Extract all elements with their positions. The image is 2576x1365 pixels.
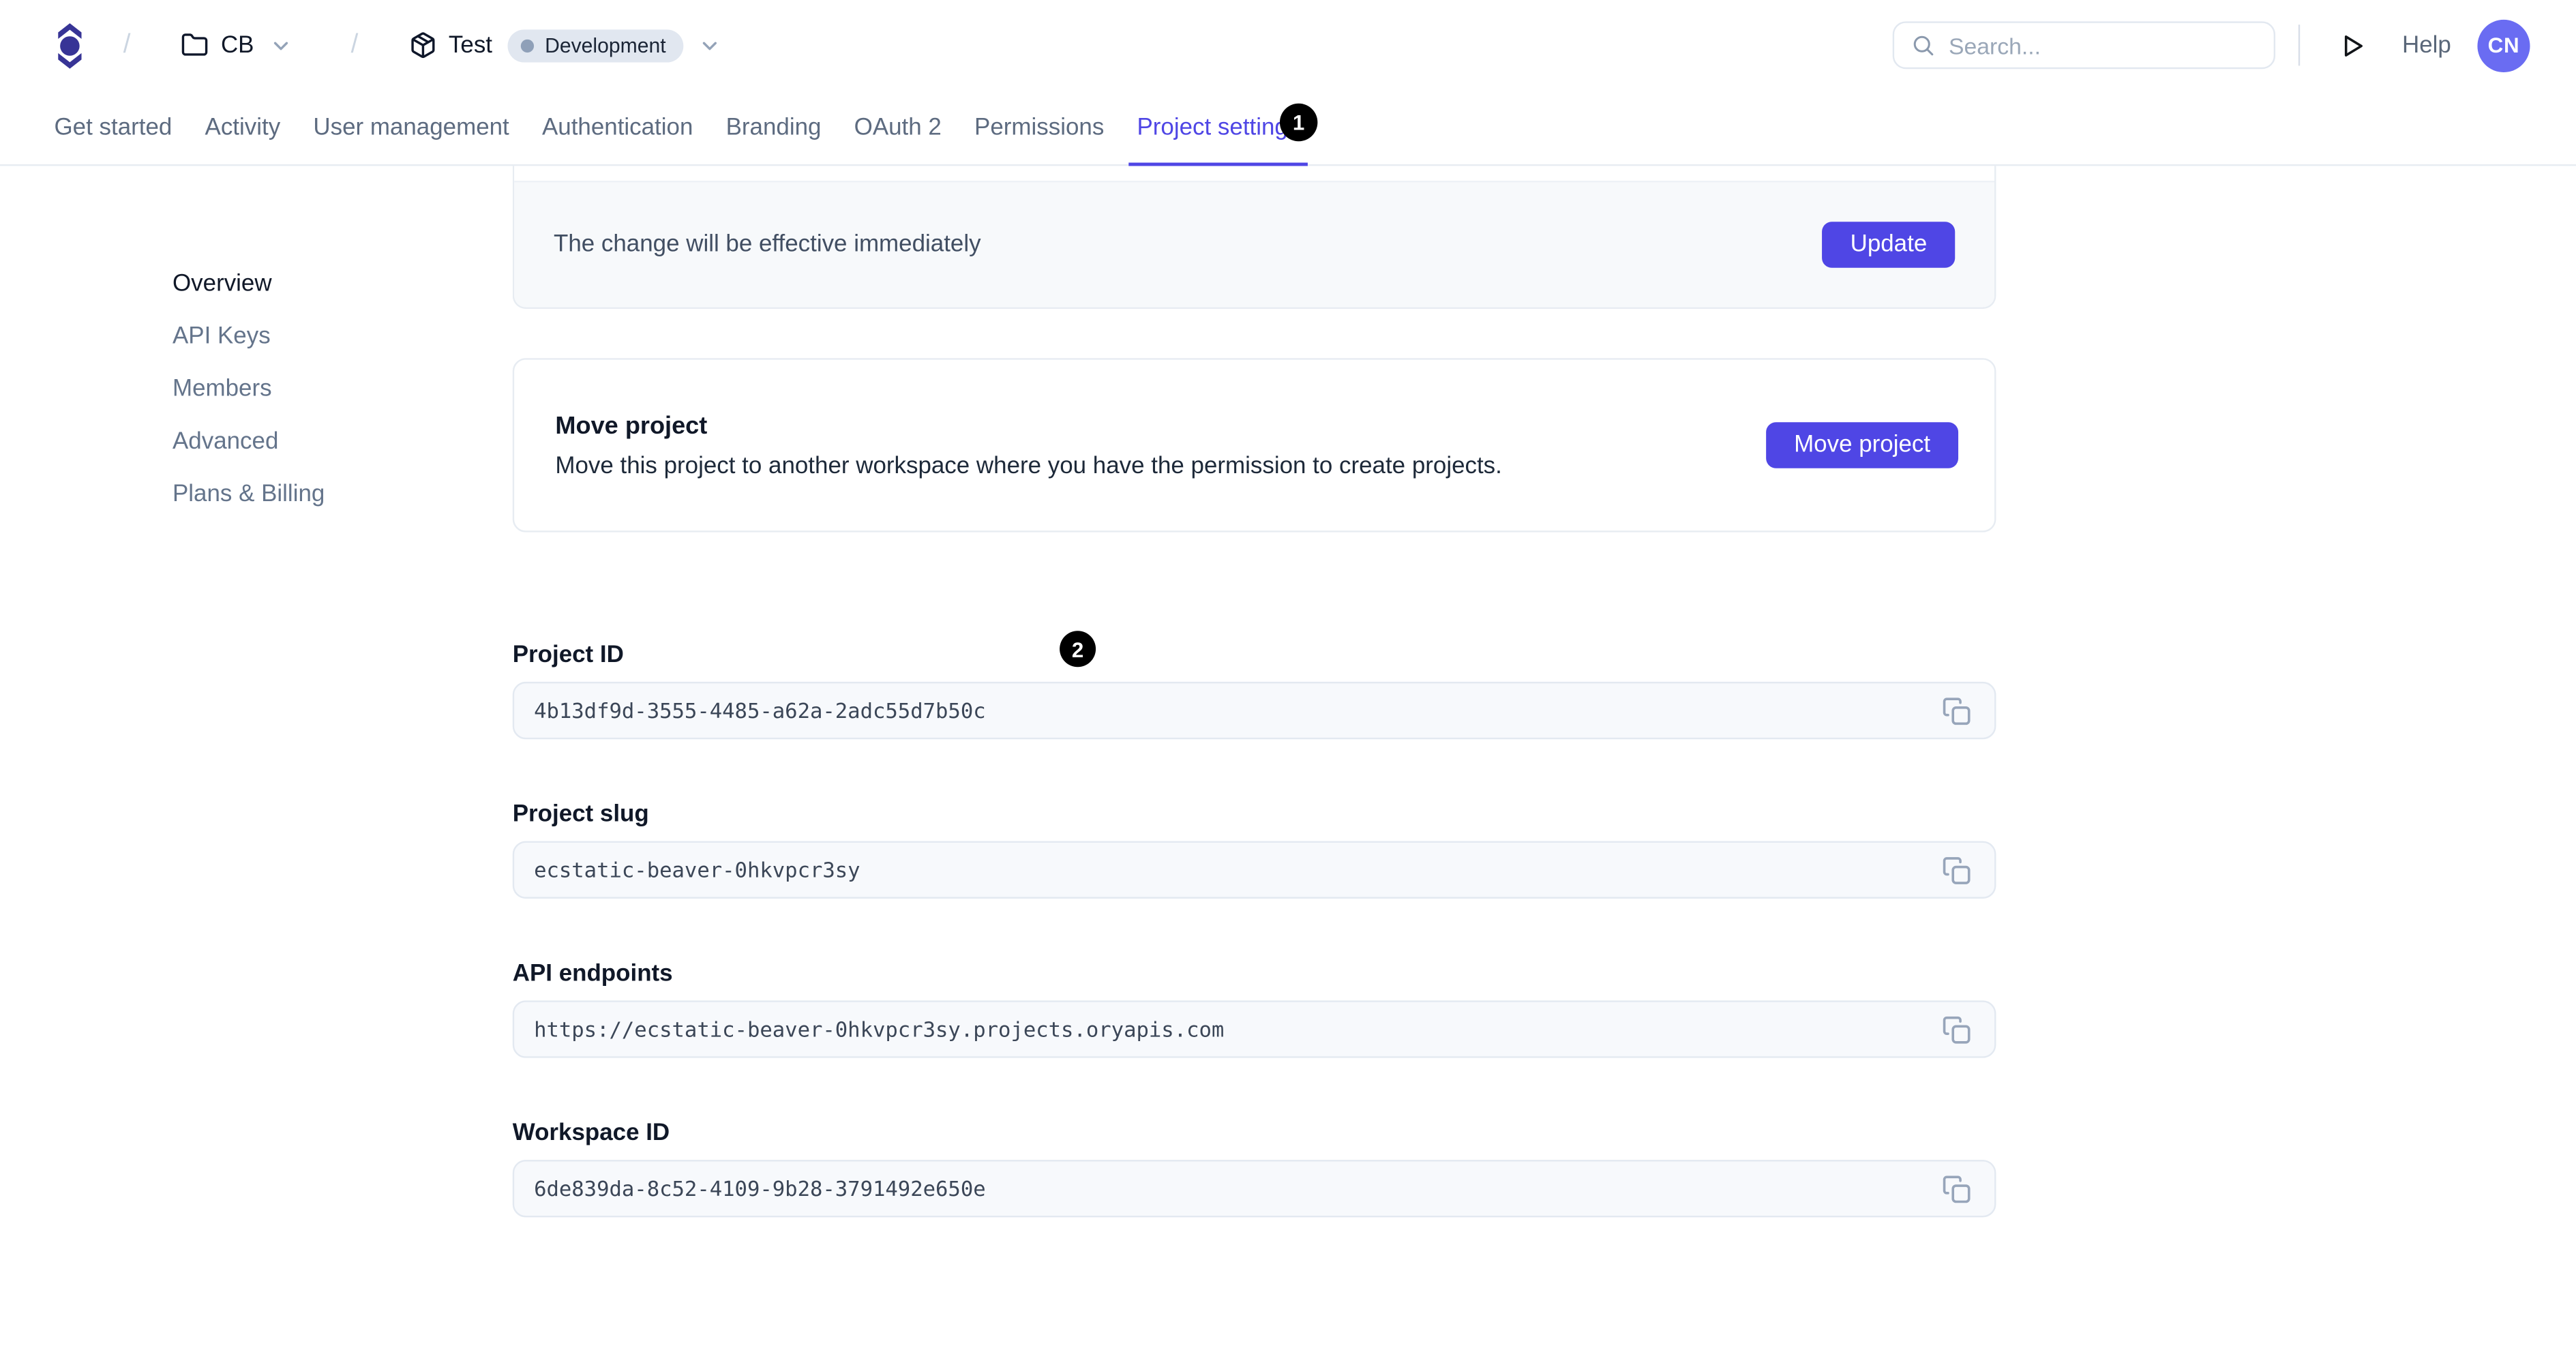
workspace-chevron-down-icon[interactable] — [269, 33, 292, 57]
copy-icon — [1943, 856, 1971, 884]
ory-logo[interactable] — [55, 20, 86, 70]
field-value: ecstatic-beaver-0hkvpcr3sy — [534, 857, 860, 882]
sidebar-item-api-keys[interactable]: API Keys — [173, 325, 325, 350]
tab-get-started[interactable]: Get started — [55, 89, 173, 165]
ory-console-page: / CB / Test Development Search... Help C… — [0, 0, 2576, 1365]
tab-activity[interactable]: Activity — [205, 89, 281, 165]
copy-button[interactable] — [1938, 693, 1975, 729]
field-value: https://ecstatic-beaver-0hkvpcr3sy.proje… — [534, 1017, 1225, 1042]
copy-icon — [1943, 697, 1971, 724]
search-box[interactable] — [1893, 21, 2276, 70]
update-card-footer: The change will be effective immediately… — [514, 182, 1995, 308]
field-label: Project ID — [512, 642, 624, 669]
project-fields: Project ID 4b13df9d-3555-4485-a62a-2adc5… — [512, 642, 1996, 1218]
update-button[interactable]: Update — [1822, 222, 1956, 268]
tab-branding[interactable]: Branding — [726, 89, 822, 165]
update-note: The change will be effective immediately — [553, 231, 981, 258]
sidebar-item-advanced[interactable]: Advanced — [173, 430, 325, 455]
copy-button[interactable] — [1938, 1171, 1975, 1207]
tab-permissions[interactable]: Permissions — [974, 89, 1104, 165]
header-actions: Help CN — [1893, 18, 2576, 72]
field-value: 4b13df9d-3555-4485-a62a-2adc55d7b50c — [534, 698, 986, 723]
copy-button[interactable] — [1938, 1011, 1975, 1047]
breadcrumb-separator: / — [123, 30, 131, 59]
update-card: The change will be effective immediately… — [512, 166, 1996, 309]
workspace-name[interactable]: CB — [221, 32, 254, 59]
annotation-mark-2: 2 — [1060, 631, 1096, 668]
field-value: 6de839da-8c52-4109-9b28-3791492e650e — [534, 1176, 986, 1201]
environment-dot-icon — [520, 38, 534, 52]
settings-sidebar: Overview API Keys Members Advanced Plans… — [173, 272, 325, 536]
field-api-endpoints: API endpoints https://ecstatic-beaver-0h… — [512, 961, 1996, 1058]
folder-icon — [182, 33, 209, 56]
copy-icon — [1943, 1175, 1971, 1203]
sidebar-item-overview[interactable]: Overview — [173, 272, 325, 297]
sidebar-item-plans-billing[interactable]: Plans & Billing — [173, 482, 325, 507]
field-project-id: Project ID 4b13df9d-3555-4485-a62a-2adc5… — [512, 642, 1996, 740]
breadcrumb: / CB / Test Development — [0, 20, 721, 70]
field-value-box: https://ecstatic-beaver-0hkvpcr3sy.proje… — [512, 1000, 1996, 1058]
copy-button[interactable] — [1938, 852, 1975, 888]
environment-label: Development — [545, 33, 666, 57]
avatar[interactable]: CN — [2477, 18, 2530, 72]
move-project-description: Move this project to another workspace w… — [555, 452, 1502, 479]
move-project-card: Move project Move this project to anothe… — [512, 358, 1996, 532]
field-value-box: 4b13df9d-3555-4485-a62a-2adc55d7b50c — [512, 681, 1996, 740]
field-value-box: 6de839da-8c52-4109-9b28-3791492e650e — [512, 1160, 1996, 1218]
tab-oauth2[interactable]: OAuth 2 — [854, 89, 942, 165]
field-label: Workspace ID — [512, 1120, 670, 1147]
move-project-title: Move project — [555, 411, 708, 440]
search-input[interactable] — [1949, 31, 2228, 59]
annotation-mark-1: 1 — [1279, 103, 1318, 142]
update-card-body — [514, 166, 1995, 183]
field-project-slug: Project slug ecstatic-beaver-0hkvpcr3sy — [512, 801, 1996, 899]
header-divider — [2298, 25, 2301, 66]
field-value-box: ecstatic-beaver-0hkvpcr3sy — [512, 841, 1996, 899]
help-link[interactable]: Help — [2402, 32, 2451, 59]
package-icon — [411, 32, 435, 59]
top-header: / CB / Test Development Search... Help C… — [0, 0, 2576, 91]
tab-user-management[interactable]: User management — [313, 89, 509, 165]
environment-badge: Development — [507, 29, 685, 62]
tab-authentication[interactable]: Authentication — [542, 89, 693, 165]
move-project-button[interactable]: Move project — [1766, 422, 1959, 468]
tab-project-settings[interactable]: Project settings — [1128, 89, 1308, 167]
sidebar-item-members[interactable]: Members — [173, 377, 325, 402]
play-icon[interactable] — [2339, 32, 2366, 59]
project-name[interactable]: Test — [449, 32, 492, 59]
main-content: The change will be effective immediately… — [512, 166, 1996, 1280]
search-icon — [1914, 35, 1934, 56]
field-workspace-id: Workspace ID 6de839da-8c52-4109-9b28-379… — [512, 1120, 1996, 1218]
project-chevron-down-icon[interactable] — [699, 33, 722, 57]
copy-icon — [1943, 1015, 1971, 1043]
field-label: Project slug — [512, 801, 649, 828]
breadcrumb-separator: / — [350, 30, 359, 59]
move-project-text: Move project Move this project to anothe… — [555, 412, 1501, 479]
field-label: API endpoints — [512, 961, 673, 988]
